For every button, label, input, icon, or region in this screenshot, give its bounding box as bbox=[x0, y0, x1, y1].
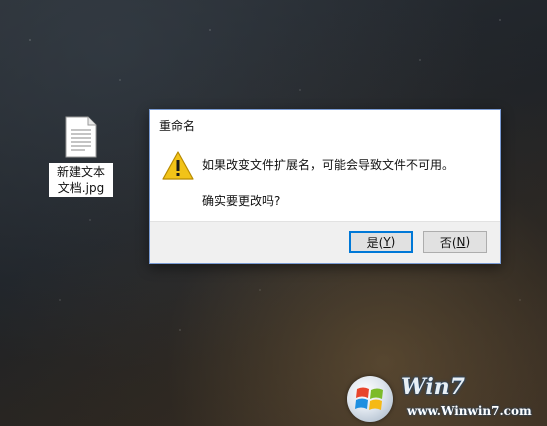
yes-button-close: ) bbox=[390, 235, 396, 249]
dialog-content: 如果改变文件扩展名，可能会导致文件不可用。 确实要更改吗? bbox=[150, 141, 500, 221]
yes-button[interactable]: 是(Y) bbox=[349, 231, 413, 253]
no-button[interactable]: 否(N) bbox=[423, 231, 487, 253]
file-name-label[interactable]: 新建文本文档.jpg bbox=[49, 163, 113, 197]
dialog-button-bar: 是(Y) 否(N) bbox=[150, 221, 500, 263]
no-button-label: 否( bbox=[439, 235, 457, 250]
rename-warning-dialog: 重命名 如果改变文件扩展名，可能会导致文件不可用。 确实要更改吗? 是(Y) 否… bbox=[149, 109, 501, 264]
warning-triangle-icon bbox=[161, 150, 195, 182]
text-document-icon bbox=[65, 116, 97, 158]
dialog-confirm-question: 确实要更改吗? bbox=[202, 194, 281, 208]
windows-logo-icon bbox=[347, 376, 393, 422]
yes-button-label: 是( bbox=[366, 235, 384, 250]
dialog-title: 重命名 bbox=[159, 119, 196, 133]
dialog-message: 如果改变文件扩展名，可能会导致文件不可用。 bbox=[202, 158, 455, 172]
no-button-mnemonic: N bbox=[456, 235, 466, 249]
no-button-close: ) bbox=[465, 235, 471, 249]
watermark-brand: Win7 bbox=[401, 374, 465, 400]
desktop-file-icon[interactable]: 新建文本文档.jpg bbox=[46, 116, 116, 197]
watermark-url: www.Winwin7.com bbox=[407, 404, 532, 418]
watermark-logo: Win7 www.Winwin7.com bbox=[347, 374, 547, 426]
dialog-titlebar[interactable]: 重命名 bbox=[150, 110, 500, 141]
yes-button-mnemonic: Y bbox=[383, 235, 391, 249]
